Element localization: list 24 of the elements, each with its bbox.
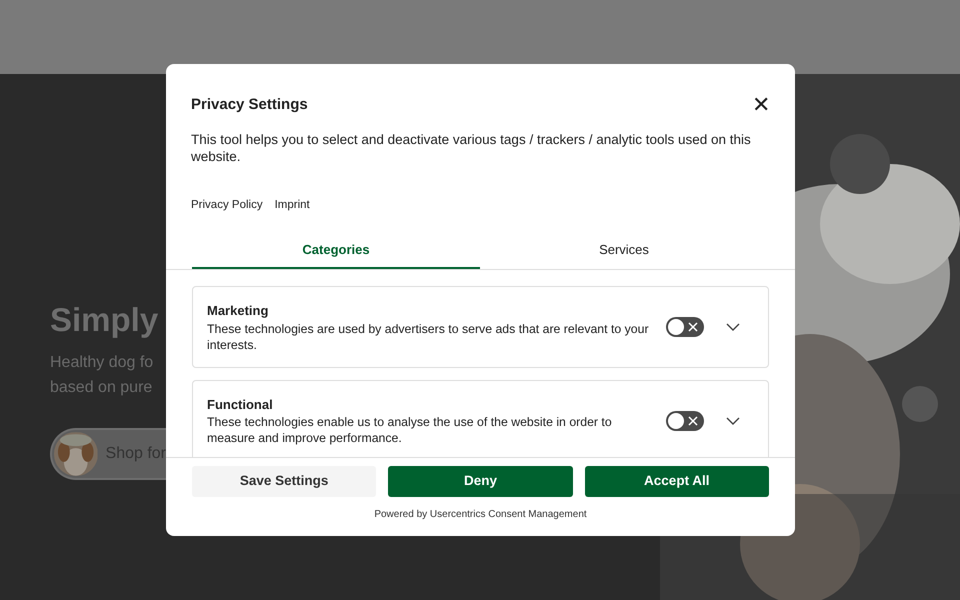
dialog-title: Privacy Settings [191, 95, 308, 115]
footer-link[interactable]: Privacy Policy [191, 196, 263, 214]
tab[interactable]: Categories [192, 236, 480, 270]
toggle-switch[interactable] [666, 410, 704, 430]
footer-link[interactable]: Imprint [274, 196, 310, 214]
chevron-down-icon[interactable] [726, 416, 740, 424]
toggle-switch[interactable] [666, 317, 704, 337]
category-name: Functional [207, 396, 274, 414]
x-icon [688, 322, 698, 332]
category-description: These technologies are used by advertisers to serve ads that are relevant to your interests. [207, 320, 650, 353]
save-settings-button[interactable]: Save Settings [192, 466, 376, 497]
action-button[interactable]: Deny [388, 466, 573, 497]
x-icon [688, 416, 698, 426]
hero-subtitle: based on pure [50, 378, 152, 398]
hero-subtitle: Healthy dog fo [50, 353, 154, 374]
close-button[interactable]: ✕ [752, 94, 770, 116]
hero-title: Simply [50, 302, 158, 338]
action-button[interactable]: Accept All [584, 466, 769, 497]
dialog-description: This tool helps you to select and deactivate various tags / trackers / analytic tools used on this website. [191, 130, 752, 164]
chevron-down-icon[interactable] [726, 323, 740, 331]
category-name: Marketing [207, 302, 270, 320]
powered-by-text: Powered by Usercentrics Consent Management [373, 508, 588, 522]
category-description: These technologies enable us to analyse the use of the website in order to measure and improve performance. [207, 414, 613, 446]
tab[interactable]: Services [480, 236, 768, 270]
